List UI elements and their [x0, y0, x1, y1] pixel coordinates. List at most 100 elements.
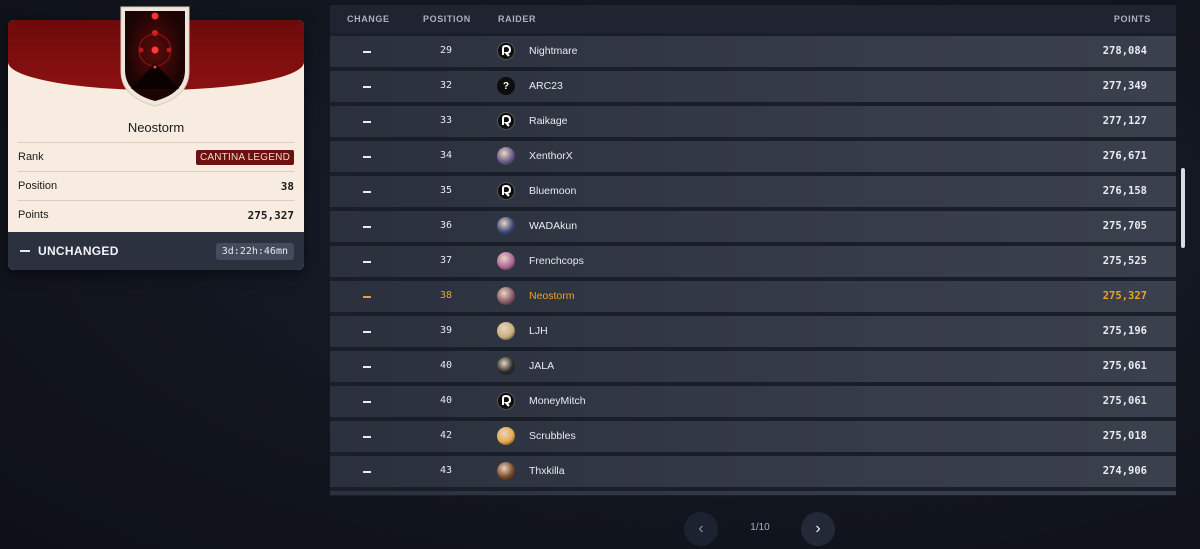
table-row[interactable]: 35 Bluemoon 276,158: [330, 176, 1176, 207]
row-position: 36: [439, 220, 453, 231]
status-footer: UNCHANGED 3d:22h:46mn: [8, 232, 304, 270]
row-position: 29: [439, 45, 453, 56]
raider-name: WADAkun: [529, 220, 578, 232]
raider-name: JALA: [529, 360, 555, 372]
avatar: [497, 147, 515, 165]
table-row[interactable]: 42 Scrubbles 275,018: [330, 421, 1176, 452]
row-points: 275,018: [1102, 430, 1147, 442]
row-position: 33: [439, 115, 453, 126]
prev-page-button[interactable]: ‹: [684, 512, 718, 546]
row-points: 277,349: [1102, 80, 1147, 92]
scrollbar-thumb[interactable]: [1181, 168, 1185, 248]
header-points: POINTS: [1113, 14, 1151, 24]
unchanged-dash-icon: [363, 261, 371, 263]
avatar: [497, 322, 515, 340]
unchanged-dash-icon: [363, 366, 371, 368]
page-indicator: 1/10: [750, 522, 770, 533]
avatar: [497, 357, 515, 375]
avatar: [497, 217, 515, 235]
unchanged-dash-icon: [363, 401, 371, 403]
unchanged-dash-icon: [363, 436, 371, 438]
row-points: 275,705: [1102, 220, 1147, 232]
unchanged-dash-icon: [363, 156, 371, 158]
raider-name: Bluemoon: [529, 185, 577, 197]
table-row[interactable]: 43 Thxkilla 274,906: [330, 456, 1176, 487]
raider-logo-icon: [497, 42, 515, 60]
unchanged-dash-icon: [363, 331, 371, 333]
avatar: [497, 462, 515, 480]
row-points: 278,084: [1102, 45, 1147, 57]
avatar: [497, 427, 515, 445]
row-position: 42: [439, 430, 453, 441]
table-row[interactable]: 29 Nightmare 278,084: [330, 36, 1176, 67]
rank-shield-icon: [120, 6, 190, 107]
row-position: 40: [439, 360, 453, 371]
row-position: 35: [439, 185, 453, 196]
row-position: 43: [439, 465, 453, 476]
raider-name: LJH: [529, 325, 548, 337]
raider-name: ARC23: [529, 80, 563, 92]
points-label: Points: [18, 209, 49, 221]
row-points: 275,525: [1102, 255, 1147, 267]
raider-name: Frenchcops: [529, 255, 584, 267]
row-position: 37: [439, 255, 453, 266]
avatar: [497, 252, 515, 270]
countdown-timer: 3d:22h:46mn: [215, 242, 294, 260]
table-row[interactable]: 40 MoneyMitch 275,061: [330, 386, 1176, 417]
avatar: [497, 287, 515, 305]
raider-name: Scrubbles: [529, 430, 576, 442]
row-points: 275,061: [1102, 360, 1147, 372]
table-row[interactable]: 33 Raikage 277,127: [330, 106, 1176, 137]
row-position: 38: [439, 290, 453, 301]
unchanged-dash-icon: [363, 191, 371, 193]
table-row[interactable]: 40 JALA 275,061: [330, 351, 1176, 382]
unchanged-dash-icon: [363, 471, 371, 473]
position-row: Position 38: [18, 171, 294, 200]
table-row[interactable]: 38 Neostorm 275,327: [330, 281, 1176, 312]
raider-name: Thxkilla: [529, 465, 565, 477]
row-position: 40: [439, 395, 453, 406]
profile-name: Neostorm: [127, 120, 185, 135]
unchanged-dash-icon: [363, 51, 371, 53]
raider-name: Neostorm: [529, 290, 575, 302]
raider-logo-icon: [497, 112, 515, 130]
next-page-button[interactable]: ›: [801, 512, 835, 546]
table-row[interactable]: 36 WADAkun 275,705: [330, 211, 1176, 242]
table-row[interactable]: 37 Frenchcops 275,525: [330, 246, 1176, 277]
raider-name: MoneyMitch: [529, 395, 586, 407]
rank-label: Rank: [18, 151, 44, 163]
table-row[interactable]: 32? ARC23 277,349: [330, 71, 1176, 102]
unchanged-dash-icon: [363, 226, 371, 228]
table-row[interactable]: 39 LJH 275,196: [330, 316, 1176, 347]
leaderboard-table: CHANGE POSITION RAIDER POINTS 29 Nightmar…: [330, 5, 1176, 496]
table-row-partial: [330, 491, 1176, 495]
rank-row: Rank CANTINA LEGEND: [18, 142, 294, 171]
raider-name: Raikage: [529, 115, 568, 127]
row-position: 34: [439, 150, 453, 161]
unchanged-dash-icon: [363, 296, 371, 298]
row-points: 275,327: [1102, 290, 1147, 302]
row-points: 274,906: [1102, 465, 1147, 477]
raider-logo-icon: [497, 392, 515, 410]
points-value: 275,327: [247, 208, 294, 222]
chevron-left-icon: ‹: [698, 520, 704, 537]
row-points: 275,061: [1102, 395, 1147, 407]
header-change: CHANGE: [347, 14, 390, 24]
row-points: 277,127: [1102, 115, 1147, 127]
header-raider: RAIDER: [498, 14, 537, 24]
unchanged-dash-icon: [363, 121, 371, 123]
row-points: 275,196: [1102, 325, 1147, 337]
status-text: UNCHANGED: [38, 244, 119, 258]
row-position: 39: [439, 325, 453, 336]
position-label: Position: [18, 180, 58, 192]
unchanged-dash-icon: [20, 250, 30, 252]
unchanged-dash-icon: [363, 86, 371, 88]
chevron-right-icon: ›: [815, 520, 821, 537]
position-value: 38: [280, 179, 294, 193]
row-points: 276,158: [1102, 185, 1147, 197]
raider-logo-icon: [497, 182, 515, 200]
unknown-avatar-icon: ?: [497, 77, 515, 95]
raider-name: XenthorX: [529, 150, 573, 162]
row-points: 276,671: [1102, 150, 1147, 162]
table-row[interactable]: 34 XenthorX 276,671: [330, 141, 1176, 172]
